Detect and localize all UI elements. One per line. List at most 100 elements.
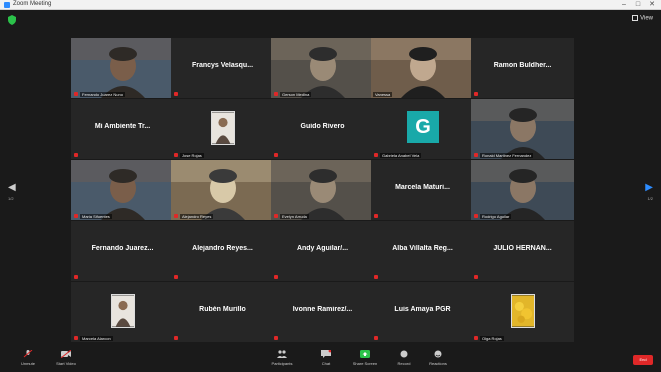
meeting-toolbar: Unmute Start Video Participants Chat Sha…: [0, 348, 661, 372]
unmute-button[interactable]: Unmute: [8, 350, 48, 366]
participant-label: Rodrigo Aguilar: [480, 214, 512, 219]
participant-label: Ronald Martinez Fernandez: [480, 153, 534, 158]
window-titlebar: Zoom Meeting – □ ✕: [0, 0, 661, 10]
participant-tile[interactable]: Ramon Buldher...: [471, 38, 574, 98]
share-screen-button[interactable]: Share Screen: [345, 350, 385, 366]
participant-name: Fernando Juarez...: [91, 245, 154, 252]
muted-microphone-icon: [274, 92, 278, 96]
participant-name: Marcela Maturi...: [395, 184, 450, 191]
participant-label: Alejandro Reyes: [180, 214, 214, 219]
muted-microphone-icon: [174, 92, 178, 96]
participant-name: Francys Velasqu...: [191, 62, 254, 69]
close-button[interactable]: ✕: [645, 0, 659, 10]
participant-tile[interactable]: Alba Villalta Reg...: [371, 221, 474, 281]
participant-tile[interactable]: Alejandro Reyes...: [171, 221, 274, 281]
muted-microphone-icon: [174, 153, 178, 157]
participant-name: Rubén Murillo: [199, 306, 246, 313]
participant-tile[interactable]: Andy Aguilar/...: [271, 221, 374, 281]
participant-tile[interactable]: Olga Rojas: [471, 282, 574, 342]
next-page-arrow-icon[interactable]: ▶: [645, 182, 653, 193]
participant-tile[interactable]: Alejandro Reyes: [171, 160, 274, 220]
zoom-app-icon: [4, 2, 10, 8]
participant-tile[interactable]: Marcela Maturi...: [371, 160, 474, 220]
muted-microphone-icon: [274, 214, 278, 218]
minimize-button[interactable]: –: [617, 0, 631, 10]
participant-name: Alejandro Reyes...: [192, 245, 253, 252]
participant-tile[interactable]: Fernando Juarez Nuno: [71, 38, 174, 98]
meeting-topbar: View: [0, 10, 661, 34]
muted-microphone-icon: [74, 92, 78, 96]
profile-picture: [211, 111, 235, 145]
start-video-button[interactable]: Start Video: [46, 350, 86, 366]
end-meeting-button[interactable]: End: [633, 355, 653, 365]
participant-name: Andy Aguilar/...: [296, 245, 349, 252]
chat-button[interactable]: Chat: [306, 350, 346, 366]
participant-label: Gerson Medina: [280, 92, 312, 97]
grid-view-icon: [632, 15, 639, 21]
participant-tile[interactable]: Mi Ambiente Tr...: [71, 99, 174, 159]
participant-grid: Fernando Juarez Nuno Francys Velasqu... Ge…: [71, 38, 574, 343]
window-title: Zoom Meeting: [13, 1, 52, 7]
share-screen-label: Share Screen: [352, 361, 378, 366]
participant-tile[interactable]: Rubén Murillo: [171, 282, 274, 342]
participant-video-feed: [371, 38, 474, 98]
participant-tile[interactable]: Maria Sifuentes: [71, 160, 174, 220]
participant-tile[interactable]: Fernando Juarez...: [71, 221, 174, 281]
reactions-label: Reactions: [429, 361, 447, 366]
profile-picture: [111, 294, 135, 328]
participant-video-feed: [271, 38, 374, 98]
chat-label: Chat: [321, 361, 331, 366]
muted-microphone-icon: [474, 153, 478, 157]
participant-tile[interactable]: Vanessa: [371, 38, 474, 98]
participant-tile[interactable]: Jose Rojas: [171, 99, 274, 159]
participant-tile[interactable]: G Gabriela Anabel Vela: [371, 99, 474, 159]
shield-icon[interactable]: [8, 15, 16, 25]
maximize-button[interactable]: □: [631, 0, 645, 10]
participant-label: Evelyn Arruda: [280, 214, 309, 219]
previous-page-arrow-icon[interactable]: ◀: [8, 182, 16, 193]
participant-label: Gabriela Anabel Vela: [380, 153, 422, 158]
muted-microphone-icon: [174, 214, 178, 218]
participants-button[interactable]: Participants: [262, 350, 302, 366]
participant-name: Luis Amaya PGR: [394, 306, 451, 313]
participant-tile[interactable]: Ronald Martinez Fernandez: [471, 99, 574, 159]
participant-tile[interactable]: Marcela Alarcon: [71, 282, 174, 342]
participant-label: Vanessa: [373, 92, 393, 97]
participant-tile[interactable]: Rodrigo Aguilar: [471, 160, 574, 220]
muted-microphone-icon: [274, 336, 278, 340]
participant-label: Marcela Alarcon: [80, 336, 113, 341]
muted-microphone-icon: [74, 153, 78, 157]
profile-picture: [511, 294, 535, 328]
muted-microphone-icon: [274, 153, 278, 157]
participant-tile[interactable]: Gerson Medina: [271, 38, 374, 98]
participants-icon: [277, 350, 287, 358]
participant-tile[interactable]: Guido Rivero: [271, 99, 374, 159]
participant-label: Fernando Juarez Nuno: [80, 92, 125, 97]
participant-tile[interactable]: Ivonne Ramirez/...: [271, 282, 374, 342]
muted-microphone-icon: [374, 336, 378, 340]
muted-microphone-icon: [174, 275, 178, 279]
reactions-button[interactable]: Reactions: [418, 350, 458, 366]
muted-microphone-icon: [474, 92, 478, 96]
muted-microphone-icon: [74, 336, 78, 340]
participant-name: JULIO HERNAN...: [493, 245, 552, 252]
participant-tile[interactable]: JULIO HERNAN...: [471, 221, 574, 281]
muted-microphone-icon: [174, 336, 178, 340]
participant-label: Olga Rojas: [480, 336, 504, 341]
participant-label: Maria Sifuentes: [80, 214, 112, 219]
share-screen-icon: [360, 350, 370, 358]
page-indicator-right: 1/2: [647, 196, 653, 201]
muted-microphone-icon: [474, 275, 478, 279]
participant-video-feed: [471, 99, 574, 159]
participant-tile[interactable]: Francys Velasqu...: [171, 38, 274, 98]
view-button[interactable]: View: [632, 15, 653, 22]
participant-tile[interactable]: Evelyn Arruda: [271, 160, 374, 220]
muted-microphone-icon: [274, 275, 278, 279]
muted-microphone-icon: [374, 214, 378, 218]
participant-name: Guido Rivero: [300, 123, 345, 130]
unmute-label: Unmute: [20, 361, 35, 366]
participant-video-feed: [171, 160, 274, 220]
participant-video-feed: [71, 160, 174, 220]
participant-video-feed: [71, 38, 174, 98]
participant-tile[interactable]: Luis Amaya PGR: [371, 282, 474, 342]
